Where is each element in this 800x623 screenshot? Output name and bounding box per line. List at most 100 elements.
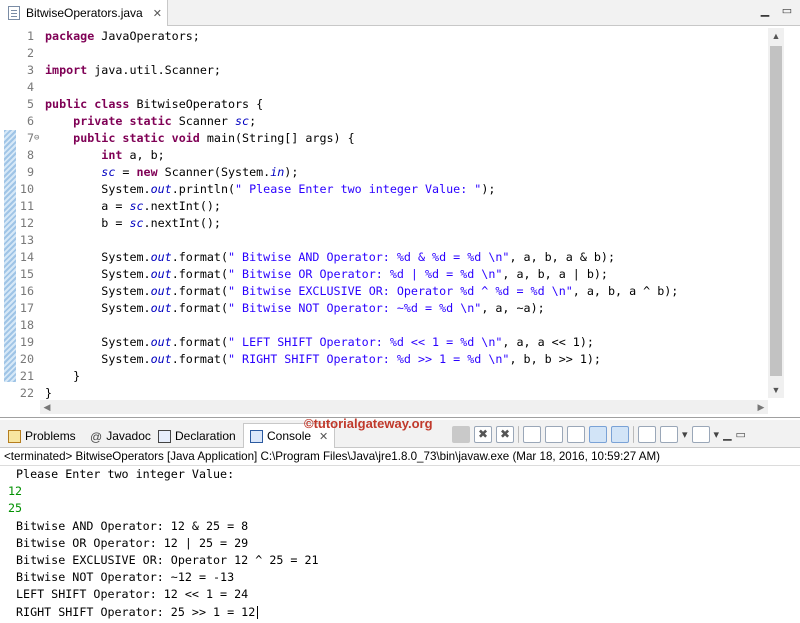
display-console-icon[interactable] [660,426,678,443]
tab-problems[interactable]: Problems [8,425,76,447]
remove-launch-icon[interactable] [474,426,492,443]
console-icon [250,429,263,443]
open-console-icon[interactable] [691,426,710,443]
code-token: , a, a << 1); [502,335,594,349]
editor-window-controls: ▁ ▭ [758,4,794,18]
code-token: JavaOperators; [94,29,200,43]
code-line[interactable]: 4 [0,79,768,96]
code-line[interactable]: 8 int a, b; [0,147,768,164]
close-tab-icon[interactable]: ✕ [153,7,162,20]
tab-javadoc[interactable]: @ Javadoc [90,425,151,447]
code-token: " Please Enter two integer Value: " [235,182,482,196]
code-text: package JavaOperators; [45,28,200,45]
scroll-left-icon[interactable]: ◀ [40,400,54,414]
pin-console-icon[interactable] [638,426,656,443]
code-line[interactable]: 12 b = sc.nextInt(); [0,215,768,232]
code-token: .format( [171,335,228,349]
show-console-stderr-icon[interactable] [611,426,629,443]
code-token: out [150,335,172,349]
line-number: 7 [26,131,34,145]
code-token: .println( [171,182,236,196]
code-token: , a, ~a); [481,301,545,315]
scroll-up-icon[interactable]: ▲ [768,28,784,44]
code-line[interactable]: 6 private static Scanner sc; [0,113,768,130]
editor-tab-title: BitwiseOperators.java [26,6,143,20]
code-line[interactable]: 15 System.out.format(" Bitwise OR Operat… [0,266,768,283]
chevron-down-icon[interactable]: ▾ [682,428,688,441]
code-text: System.out.format(" LEFT SHIFT Operator:… [45,334,594,351]
show-console-stdout-icon[interactable] [589,426,607,443]
code-line[interactable]: 9 sc = new Scanner(System.in); [0,164,768,181]
line-number: 11 [19,199,34,213]
code-line[interactable]: 21 } [0,368,768,385]
code-line[interactable]: 19 System.out.format(" LEFT SHIFT Operat… [0,334,768,351]
editor-vertical-scrollbar[interactable]: ▲ ▼ [768,28,784,398]
code-token: , b, b >> 1); [509,352,601,366]
line-number: 6 [26,114,34,128]
chevron-down-icon[interactable]: ▾ [714,428,720,441]
remove-all-launches-icon[interactable] [496,426,514,443]
terminate-icon[interactable] [452,426,470,443]
code-area[interactable]: 1 package JavaOperators; 2 3 import java.uti… [0,28,768,402]
console-line-text: RIGHT SHIFT Operator: 25 >> 1 = 12 [16,604,256,619]
scroll-right-icon[interactable]: ▶ [754,400,768,414]
code-line[interactable]: 7 ⊖ public static void main(String[] args… [0,130,768,147]
code-token: private static [73,114,172,128]
code-line[interactable]: 14 System.out.format(" Bitwise AND Opera… [0,249,768,266]
console-view: Problems @ Javadoc Declaration Console ✕… [0,416,800,623]
scroll-lock-icon[interactable] [545,426,563,443]
code-line[interactable]: 2 [0,45,768,62]
minimize-view-icon[interactable]: ▁ [723,428,731,441]
code-token: " Bitwise AND Operator: %d & %d = %d \n" [227,250,510,264]
code-line[interactable]: 5 public class BitwiseOperators { [0,96,768,113]
code-token: java.util.Scanner; [87,63,221,77]
code-token: public class [45,97,130,111]
code-line[interactable]: 10 System.out.println(" Please Enter two… [0,181,768,198]
code-token: a = [45,199,130,213]
editor-tab-bitwiseoperators[interactable]: BitwiseOperators.java ✕ [0,0,168,26]
code-text: } [45,368,80,385]
minimize-icon[interactable]: ▁ [758,4,772,18]
editor-horizontal-scrollbar[interactable]: ◀ ▶ [40,400,768,414]
text-caret [257,605,259,619]
scrollbar-thumb[interactable] [770,46,782,376]
code-text: System.out.println(" Please Enter two in… [45,181,495,198]
close-console-icon[interactable]: ✕ [319,430,328,443]
code-line[interactable]: 11 a = sc.nextInt(); [0,198,768,215]
tab-declaration[interactable]: Declaration [158,425,236,447]
console-line-text: Bitwise NOT Operator: ~12 = -13 [16,570,235,585]
console-line-text: Please Enter two integer Value: [16,467,235,481]
code-line[interactable]: 1 package JavaOperators; [0,28,768,45]
clear-console-icon[interactable] [523,426,541,443]
console-output-line: Bitwise EXCLUSIVE OR: Operator 12 ^ 25 =… [0,552,800,569]
maximize-view-icon[interactable]: ▭ [736,428,746,441]
console-output-line: RIGHT SHIFT Operator: 25 >> 1 = 12 [0,604,800,621]
code-line[interactable]: 17 System.out.format(" Bitwise NOT Opera… [0,300,768,317]
fold-toggle-icon[interactable]: ⊖ [34,130,39,147]
line-number: 1 [26,29,34,43]
maximize-icon[interactable]: ▭ [780,4,794,18]
code-line[interactable]: 13 [0,232,768,249]
javadoc-at-icon: @ [90,429,103,444]
code-token: System. [45,250,151,264]
code-text: private static Scanner sc; [45,113,256,130]
code-token: in [270,165,285,179]
code-editor[interactable]: BitwiseOperators.java ✕ ▁ ▭ 1 package Jav… [0,0,800,418]
code-line[interactable]: 18 [0,317,768,334]
code-token: main(String[] args) { [199,131,355,145]
code-token: sc [129,216,144,230]
console-output[interactable]: Please Enter two integer Value: 12 25 Bitwi… [0,466,800,623]
scroll-down-icon[interactable]: ▼ [768,382,784,398]
console-line-text: Bitwise OR Operator: 12 | 25 = 29 [16,535,249,550]
code-line[interactable]: 3 import java.util.Scanner; [0,62,768,79]
code-token: " Bitwise OR Operator: %d | %d = %d \n" [227,267,503,281]
code-line[interactable]: 20 System.out.format(" RIGHT SHIFT Opera… [0,351,768,368]
console-input-line: 25 [0,500,800,517]
code-token: ; [249,114,257,128]
view-tab-bar: Problems @ Javadoc Declaration Console ✕… [0,416,800,448]
code-line[interactable]: 16 System.out.format(" Bitwise EXCLUSIVE… [0,283,768,300]
line-number: 12 [19,216,34,230]
word-wrap-icon[interactable] [567,426,585,443]
